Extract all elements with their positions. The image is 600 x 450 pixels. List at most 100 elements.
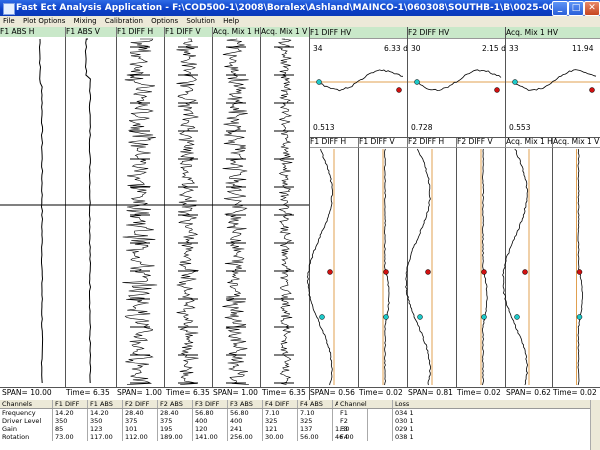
- zoom-cyan-marker: [319, 314, 325, 320]
- table-cell: 400: [227, 417, 263, 425]
- lissajous-end-marker: [494, 87, 500, 93]
- menu-options[interactable]: Options: [148, 17, 181, 25]
- table-cell: Rotation: [0, 433, 53, 441]
- table-cell: 73.00: [52, 433, 88, 441]
- table-cell: 56.80: [192, 408, 228, 417]
- zoom-red-marker: [425, 269, 431, 275]
- zoom-red-marker: [327, 269, 333, 275]
- strip-time-f1-diff-v: Time= 6.35: [166, 388, 210, 397]
- channels-col-header[interactable]: F4 DIFF: [262, 400, 298, 409]
- app-icon: [3, 3, 15, 15]
- table-cell: F4: [338, 433, 393, 441]
- table-cell: 123: [87, 425, 123, 433]
- zoom-red-marker: [383, 269, 389, 275]
- table-row[interactable]: F1 034 1: [338, 408, 600, 417]
- menu-calibration[interactable]: Calibration: [102, 17, 146, 25]
- table-cell: 101: [122, 425, 158, 433]
- table-cell: 28.40: [122, 408, 158, 417]
- table-cell: 121: [262, 425, 298, 433]
- channels-col-header[interactable]: F4 ABS: [297, 400, 333, 409]
- table-cell: 56.00: [297, 433, 333, 441]
- trace-dense-0: [122, 38, 158, 385]
- strip-time-acq-mix-v: Time= 6.35: [262, 388, 306, 397]
- menu-file[interactable]: File: [0, 17, 18, 25]
- plot-area: F1 ABS H F1 ABS V F1 DIFF H F1 DIFF V Ac…: [0, 27, 600, 400]
- table-cell: 56.80: [227, 408, 263, 417]
- channels-panel: Channels F1 DIFF F1 ABS F2 DIFF F2 ABS F3 DIF…: [0, 400, 600, 450]
- loss-col-header[interactable]: Loss: [392, 400, 600, 409]
- zoom-cyan-marker: [514, 314, 520, 320]
- channels-col-header[interactable]: F1 DIFF: [52, 400, 88, 409]
- trace-f1-abs-v: [84, 38, 92, 384]
- table-cell: 029 1: [392, 425, 600, 433]
- zoom-trace: [405, 148, 432, 386]
- table-cell: 7.10: [262, 408, 298, 417]
- table-row[interactable]: F4 038 1: [338, 433, 600, 441]
- table-row[interactable]: F3 029 1: [338, 425, 600, 433]
- zoom-time-f1: Time= 0.02: [359, 388, 403, 397]
- strip-span-f1-diff-h: SPAN= 1.00: [117, 388, 162, 397]
- zoom-cyan-marker: [481, 314, 487, 320]
- zoom-red-marker: [481, 269, 487, 275]
- table-cell: 85: [52, 425, 88, 433]
- zoom-trace: [577, 148, 583, 386]
- table-cell: 325: [262, 417, 298, 425]
- table-cell: 195: [157, 425, 193, 433]
- table-row[interactable]: Rotation 73.00 117.00 112.00 189.00 141.00 256…: [0, 433, 368, 441]
- channels-col-header[interactable]: Channels: [0, 400, 53, 409]
- table-cell: 14.20: [52, 408, 88, 417]
- channels-col-header[interactable]: F2 DIFF: [122, 400, 158, 409]
- lissajous-end-marker: [589, 87, 595, 93]
- table-cell: 137: [297, 425, 333, 433]
- table-row[interactable]: Driver Level 350 350 375 375 400 400 325 325: [0, 417, 368, 425]
- zoom-cyan-marker: [417, 314, 423, 320]
- lissajous-trace: [317, 69, 404, 92]
- table-cell: 034 1: [392, 408, 600, 417]
- strip-span-acq-mix-h: SPAN= 1.00: [213, 388, 258, 397]
- table-cell: F2: [338, 417, 393, 425]
- menu-plot-options[interactable]: Plot Options: [20, 17, 68, 25]
- table-scrollbar[interactable]: [590, 400, 600, 450]
- zoom-trace: [482, 148, 488, 386]
- table-row[interactable]: F2 030 1: [338, 417, 600, 425]
- lissajous-trace: [513, 69, 597, 91]
- trace-dense-3: [277, 38, 293, 385]
- table-row[interactable]: Gain 85 123 101 195 120 241 121 137 1.30: [0, 425, 368, 433]
- lissajous-end-marker: [396, 87, 402, 93]
- zoom-cyan-marker: [576, 314, 583, 320]
- table-cell: 28.40: [157, 408, 193, 417]
- table-cell: 350: [87, 417, 123, 425]
- zoom-trace: [306, 148, 334, 386]
- strip-span-f1-abs-h: SPAN= 10.00: [2, 388, 52, 397]
- table-cell: 256.00: [227, 433, 263, 441]
- table-cell: 189.00: [157, 433, 193, 441]
- trace-f1-abs-h: [38, 38, 44, 384]
- minimize-button[interactable]: _: [552, 1, 568, 16]
- menu-mixing[interactable]: Mixing: [71, 17, 100, 25]
- loss-col-header[interactable]: Channel: [338, 400, 393, 409]
- strip-time-f1-abs-v: Time= 6.35: [66, 388, 110, 397]
- table-cell: Frequency: [0, 408, 53, 417]
- table-row[interactable]: Frequency 14.20 14.20 28.40 28.40 56.80 56.80 7…: [0, 408, 368, 417]
- table-cell: 400: [192, 417, 228, 425]
- traces-canvas[interactable]: [0, 27, 600, 400]
- menu-solution[interactable]: Solution: [183, 17, 218, 25]
- loss-table: Channel Loss F1 034 1 F2 030 1 F3 029 1 F4 038 1: [338, 400, 600, 441]
- close-button[interactable]: ✕: [584, 1, 600, 16]
- channels-col-header[interactable]: F3 ABS: [227, 400, 263, 409]
- table-cell: 112.00: [122, 433, 158, 441]
- zoom-span-f2: SPAN= 0.81: [408, 388, 453, 397]
- table-cell: 141.00: [192, 433, 228, 441]
- maximize-button[interactable]: □: [568, 1, 584, 16]
- table-cell: 375: [122, 417, 158, 425]
- channels-col-header[interactable]: F1 ABS: [87, 400, 123, 409]
- menu-help[interactable]: Help: [220, 17, 242, 25]
- lissajous-start-marker: [512, 79, 518, 85]
- zoom-trace: [384, 148, 390, 386]
- window-title: Fast Ect Analysis Application - F:\COD50…: [16, 3, 600, 13]
- lissajous-trace: [415, 69, 502, 91]
- channels-table: Channels F1 DIFF F1 ABS F2 DIFF F2 ABS F3 DIF…: [0, 400, 368, 441]
- channels-col-header[interactable]: F2 ABS: [157, 400, 193, 409]
- channels-col-header[interactable]: F3 DIFF: [192, 400, 228, 409]
- table-cell: 350: [52, 417, 88, 425]
